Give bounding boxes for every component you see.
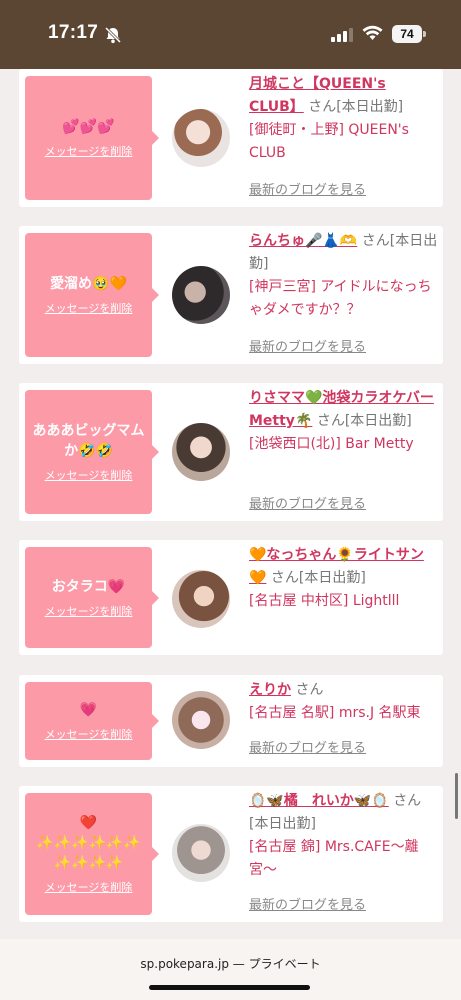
message-bubble: ❤️ ✨✨✨✨✨✨ ✨✨✨✨ メッセージを削除 — [25, 793, 159, 915]
message-card: 💗 メッセージを削除 えりか さん [名古屋 名駅] mrs.J 名駅東 最新の… — [19, 675, 443, 767]
delete-message-link[interactable]: メッセージを削除 — [45, 300, 133, 316]
cast-name-link[interactable]: えりか — [249, 682, 291, 698]
cast-info: りさママ💚池袋カラオケバーMetty🌴 さん[本日出勤] [池袋西口(北)] B… — [249, 387, 439, 456]
avatar[interactable] — [172, 109, 230, 167]
battery-tip — [423, 31, 426, 37]
latest-blog-link[interactable]: 最新のブログを見る — [249, 179, 366, 198]
shop-area: [名古屋 中村区] Lightlll — [249, 593, 400, 609]
message-card: おタラコ💗 メッセージを削除 🧡なっちゃん🌻ライトサン🧡 さん[本日出勤] [名… — [19, 540, 443, 655]
avatar[interactable] — [172, 570, 230, 628]
message-feed[interactable]: 💕💕💕 メッセージを削除 月城こと【QUEEN's CLUB】 さん[本日出勤]… — [0, 69, 461, 939]
shop-area: [御徒町・上野] QUEEN's CLUB — [249, 122, 409, 161]
message-bubble: 💗 メッセージを削除 — [25, 682, 159, 760]
message-bubble: 愛溜め🥹🧡 メッセージを削除 — [25, 233, 159, 357]
avatar[interactable] — [172, 691, 230, 749]
cast-status: さん — [295, 682, 324, 698]
message-card: あああビッグマムか🤣🤣 メッセージを削除 りさママ💚池袋カラオケバーMetty🌴… — [19, 383, 443, 521]
url-text: sp.pokepara.jp — プライベート — [140, 957, 321, 971]
latest-blog-link[interactable]: 最新のブログを見る — [249, 336, 366, 355]
message-text: 💗 — [79, 702, 98, 718]
cast-info: 🪞🦋橘 れいか🦋🪞 さん[本日出勤] [名古屋 錦] Mrs.CAFE〜離宮〜 — [249, 790, 439, 882]
cast-name-link[interactable]: 🪞🦋橘 れいか🦋🪞 — [249, 793, 389, 809]
cast-info: 月城こと【QUEEN's CLUB】 さん[本日出勤] [御徒町・上野] QUE… — [249, 73, 439, 165]
latest-blog-link[interactable]: 最新のブログを見る — [249, 894, 366, 913]
latest-blog-link[interactable]: 最新のブログを見る — [249, 493, 366, 512]
shop-area: [名古屋 錦] Mrs.CAFE〜離宮〜 — [249, 839, 419, 878]
delete-message-link[interactable]: メッセージを削除 — [45, 467, 133, 483]
signal-icon — [331, 27, 353, 46]
message-card: ❤️ ✨✨✨✨✨✨ ✨✨✨✨ メッセージを削除 🪞🦋橘 れいか🦋🪞 さん[本日出… — [19, 786, 443, 922]
shop-area: [池袋西口(北)] Bar Metty — [249, 436, 414, 452]
delete-message-link[interactable]: メッセージを削除 — [45, 143, 133, 159]
avatar[interactable] — [172, 423, 230, 481]
message-bubble: あああビッグマムか🤣🤣 メッセージを削除 — [25, 390, 159, 514]
shop-area: [神戸三宮] アイドルになっちゃダメですか？？ — [249, 279, 432, 318]
delete-message-link[interactable]: メッセージを削除 — [45, 879, 133, 895]
home-indicator[interactable] — [149, 985, 310, 990]
cast-status: さん[本日出勤] — [316, 413, 412, 429]
wifi-icon — [362, 25, 383, 45]
message-card: 愛溜め🥹🧡 メッセージを削除 らんちゅ🎤👗🫶 さん[本日出勤] [神戸三宮] ア… — [19, 226, 443, 364]
cast-name-link[interactable]: らんちゅ🎤👗🫶 — [249, 233, 357, 249]
cast-status: さん[本日出勤] — [270, 570, 366, 586]
message-text: あああビッグマムか🤣🤣 — [32, 423, 145, 459]
delete-message-link[interactable]: メッセージを削除 — [45, 603, 133, 619]
message-text: 愛溜め🥹🧡 — [50, 276, 127, 292]
status-bar: 17:17 74 — [0, 0, 461, 69]
shop-area: [名古屋 名駅] mrs.J 名駅東 — [249, 705, 421, 721]
latest-blog-link[interactable]: 最新のブログを見る — [249, 737, 366, 756]
battery-indicator: 74 — [392, 25, 422, 43]
cast-info: らんちゅ🎤👗🫶 さん[本日出勤] [神戸三宮] アイドルになっちゃダメですか？？ — [249, 230, 439, 322]
message-text: おタラコ💗 — [51, 578, 126, 595]
message-bubble: おタラコ💗 メッセージを削除 — [25, 547, 159, 648]
message-card: 💕💕💕 メッセージを削除 月城こと【QUEEN's CLUB】 さん[本日出勤]… — [19, 69, 443, 207]
cast-info: 🧡なっちゃん🌻ライトサン🧡 さん[本日出勤] [名古屋 中村区] Lightll… — [249, 544, 439, 613]
status-time: 17:17 — [48, 22, 99, 43]
avatar[interactable] — [172, 266, 230, 324]
delete-message-link[interactable]: メッセージを削除 — [45, 726, 133, 742]
cast-status: さん[本日出勤] — [308, 99, 404, 115]
message-bubble: 💕💕💕 メッセージを削除 — [25, 76, 159, 200]
scrollbar[interactable] — [455, 773, 458, 819]
message-text: 💕💕💕 — [62, 119, 115, 135]
avatar[interactable] — [172, 824, 230, 882]
cast-info: えりか さん [名古屋 名駅] mrs.J 名駅東 — [249, 679, 439, 725]
bell-off-icon — [104, 26, 122, 48]
browser-url-bar[interactable]: sp.pokepara.jp — プライベート — [0, 939, 461, 1000]
message-text: ❤️ ✨✨✨✨✨✨ ✨✨✨✨ — [36, 815, 141, 871]
